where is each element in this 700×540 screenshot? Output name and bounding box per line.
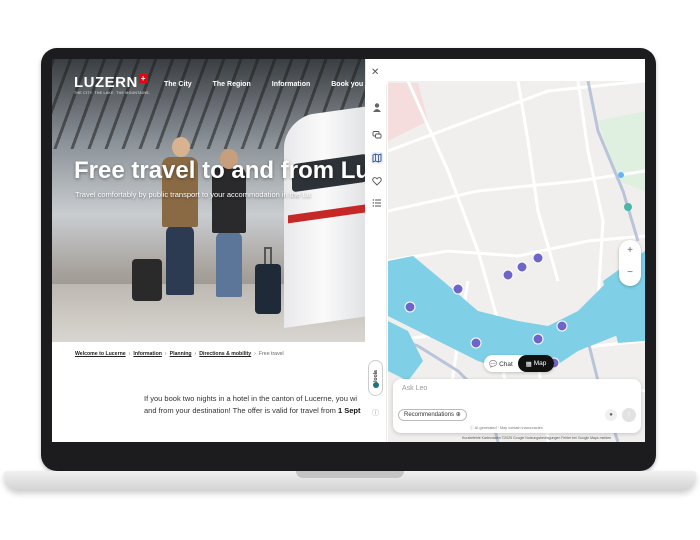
ai-disclaimer: ⓘ AI-generated · May contain inaccuracie… [470,426,543,430]
info-icon[interactable]: ⓘ [372,408,379,418]
nav-item-book[interactable]: Book you [331,81,363,88]
nav-item-information[interactable]: Information [272,81,311,88]
send-button[interactable]: ↑ [622,408,636,422]
map-attribution: Kurzbefehle Kartendaten ©2025 Google Nut… [462,436,612,440]
laptop-bezel [52,442,645,464]
chat-input-box [393,379,641,433]
device-mockup: LUZERN + THE CITY. THE LAKE. THE MOUNTAIN… [0,0,700,540]
heart-icon[interactable] [371,175,383,187]
breadcrumb-item[interactable]: Information [133,351,162,357]
site-logo[interactable]: LUZERN + [74,74,148,91]
intro-text: If you book two nights in a hotel in the… [144,393,374,417]
tab-chat[interactable]: 💬 Chat [484,360,518,368]
zoom-in-button[interactable]: + [619,240,641,262]
nav-item-region[interactable]: The Region [213,81,251,88]
zoom-out-button[interactable]: − [619,262,641,284]
intro-line: If you book two nights in a hotel in the… [144,394,358,403]
intro-line: and from your destination! The offer is … [144,406,338,415]
main-nav: The City The Region Information Book you [164,81,363,88]
page-subtitle: Travel comfortably by public transport t… [75,190,311,199]
chat-input[interactable]: Ask Leo [402,385,427,392]
laptop-notch [296,471,404,478]
recommendations-button[interactable]: Recommendations ⊕ [398,409,467,421]
microphone-icon[interactable]: ● [605,409,617,421]
nav-item-city[interactable]: The City [164,81,192,88]
logo-tagline: THE CITY. THE LAKE. THE MOUNTAINS. [74,91,151,95]
breadcrumb-current: Free travel [258,351,284,357]
view-toggle: 💬 Chat ▦ Map [484,355,554,372]
map-icon: ▦ [525,360,532,368]
tab-map[interactable]: ▦ Map [518,355,554,372]
laptop-screen: LUZERN + THE CITY. THE LAKE. THE MOUNTAIN… [52,59,645,442]
list-icon[interactable] [371,197,383,209]
breadcrumb-item[interactable]: Planning [170,351,192,357]
breadcrumb-item[interactable]: Directions & mobility [199,351,251,357]
close-icon[interactable]: ✕ [371,67,379,78]
avatar-icon[interactable] [371,101,383,113]
chat-bubbles-icon[interactable] [371,129,383,141]
map-icon[interactable] [371,152,383,164]
powered-by-label: loola [373,370,379,382]
suitcase [255,264,281,314]
page-title: Free travel to and from Lu [74,157,371,184]
intro-date: 1 Sept [337,406,361,415]
loola-logo-icon [373,382,379,388]
breadcrumb: Welcome to Lucerne › Information › Planning ›… [75,351,284,357]
hero-image: LUZERN + THE CITY. THE LAKE. THE MOUNTAIN… [52,59,372,342]
map-zoom-control: + − [619,240,641,286]
breadcrumb-item[interactable]: Welcome to Lucerne [75,351,126,357]
suitcase [132,259,162,301]
